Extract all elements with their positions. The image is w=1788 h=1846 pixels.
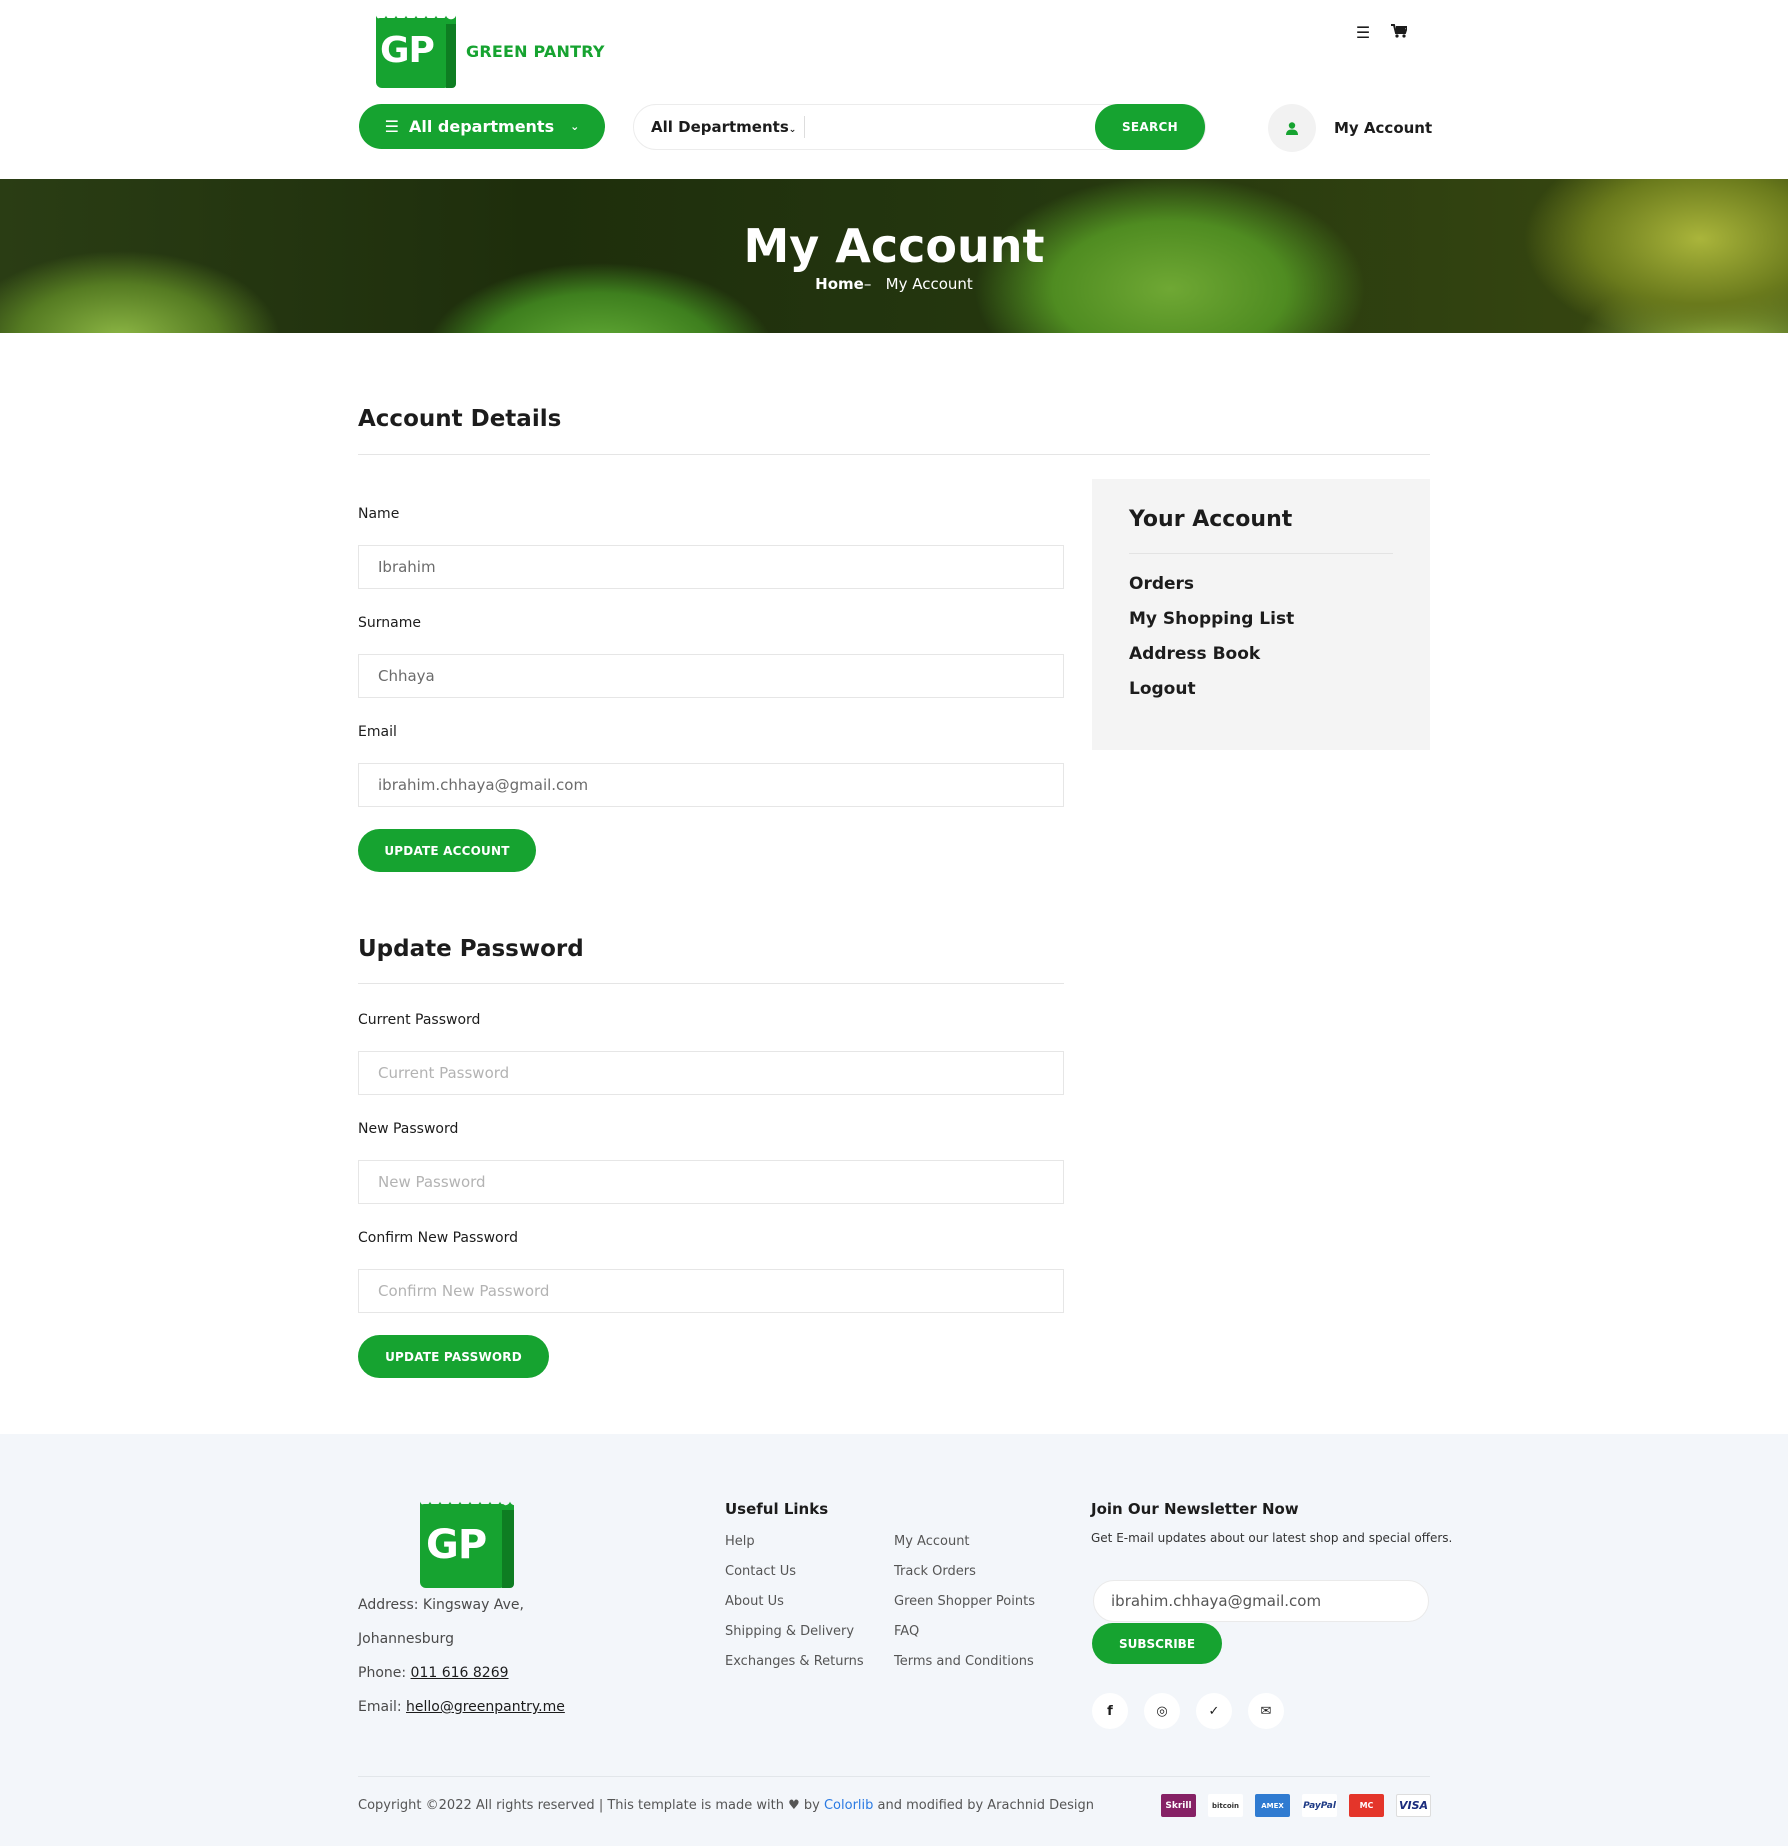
surname-field[interactable] — [358, 654, 1064, 698]
newsletter-heading: Join Our Newsletter Now — [1091, 1500, 1299, 1518]
visa-icon: VISA — [1396, 1794, 1431, 1817]
list-icon[interactable]: ☰ — [1354, 23, 1372, 42]
user-icon — [1268, 104, 1316, 152]
newsletter-email-input[interactable] — [1093, 1580, 1429, 1622]
footer-link-terms[interactable]: Terms and Conditions — [894, 1654, 1034, 1669]
chevron-down-icon: ⌄ — [570, 120, 580, 133]
footer-link-shopper-points[interactable]: Green Shopper Points — [894, 1594, 1035, 1609]
current-password-field[interactable] — [358, 1051, 1064, 1095]
all-departments-label: All departments — [409, 117, 555, 136]
page-hero-banner: My Account Home– My Account — [0, 179, 1788, 333]
email-link[interactable]: hello@greenpantry.me — [406, 1699, 565, 1715]
footer-divider — [358, 1776, 1430, 1777]
skrill-icon: Skrill — [1161, 1794, 1196, 1817]
heart-icon: ♥ — [788, 1798, 800, 1813]
update-password-heading: Update Password — [358, 936, 584, 962]
footer-link-shipping[interactable]: Shipping & Delivery — [725, 1624, 854, 1639]
copyright-by: by — [803, 1798, 820, 1813]
footer-phone: Phone: 011 616 8269 — [358, 1665, 509, 1681]
surname-label: Surname — [358, 615, 421, 631]
mastercard-icon: MC — [1349, 1794, 1384, 1817]
footer-address-line2: Johannesburg — [358, 1631, 454, 1647]
footer-logo-letters: GP — [426, 1522, 487, 1568]
name-field[interactable] — [358, 545, 1064, 589]
update-password-button[interactable]: UPDATE PASSWORD — [358, 1335, 549, 1378]
footer-address-line1: Address: Kingsway Ave, — [358, 1597, 524, 1613]
footer-logo[interactable]: GP — [420, 1500, 514, 1588]
site-footer: GP — [0, 1434, 1788, 1846]
facebook-icon[interactable]: f — [1092, 1693, 1128, 1729]
copyright-suffix: and modified by Arachnid Design — [877, 1798, 1094, 1813]
all-departments-button[interactable]: ☰ All departments ⌄ — [359, 104, 605, 149]
logo-letters: GP — [380, 30, 435, 71]
footer-email: Email: hello@greenpantry.me — [358, 1699, 565, 1715]
instagram-icon[interactable]: ◎ — [1144, 1693, 1180, 1729]
sidebar-item-orders[interactable]: Orders — [1129, 574, 1194, 594]
site-header: GP GREEN PANTRY ☰ ☰ All departments ⌄ Al… — [0, 0, 1788, 179]
email-label: Email: — [358, 1699, 407, 1715]
subscribe-button[interactable]: SUBSCRIBE — [1092, 1623, 1222, 1664]
copyright-text: Copyright ©2022 All rights reserved | Th… — [358, 1798, 1094, 1813]
footer-link-track-orders[interactable]: Track Orders — [894, 1564, 976, 1579]
phone-link[interactable]: 011 616 8269 — [411, 1665, 509, 1681]
new-password-field[interactable] — [358, 1160, 1064, 1204]
breadcrumb-home-link[interactable]: Home — [815, 275, 864, 293]
mail-icon[interactable]: ✉ — [1248, 1693, 1284, 1729]
twitter-icon[interactable]: ✓ — [1196, 1693, 1232, 1729]
useful-links-heading: Useful Links — [725, 1500, 829, 1518]
colorlib-link[interactable]: Colorlib — [824, 1798, 873, 1813]
brand-name: GREEN PANTRY — [466, 41, 605, 61]
update-account-button[interactable]: UPDATE ACCOUNT — [358, 829, 536, 872]
search-button[interactable]: SEARCH — [1095, 104, 1205, 150]
section-divider — [358, 454, 1430, 455]
breadcrumb: Home– My Account — [0, 275, 1788, 293]
footer-link-my-account[interactable]: My Account — [894, 1534, 970, 1549]
footer-link-help[interactable]: Help — [725, 1534, 755, 1549]
search-category-label: All Departments — [651, 118, 789, 136]
chevron-down-icon: ⌄ — [788, 125, 797, 135]
footer-link-contact[interactable]: Contact Us — [725, 1564, 796, 1579]
cart-icon[interactable] — [1390, 23, 1409, 42]
email-field[interactable] — [358, 763, 1064, 807]
sidebar-item-logout[interactable]: Logout — [1129, 679, 1196, 699]
copyright-prefix: Copyright ©2022 All rights reserved | Th… — [358, 1798, 784, 1813]
hamburger-icon: ☰ — [384, 117, 399, 136]
email-label: Email — [358, 724, 397, 740]
name-label: Name — [358, 506, 400, 522]
my-account-link[interactable]: My Account — [1268, 104, 1432, 152]
footer-link-about[interactable]: About Us — [725, 1594, 784, 1609]
phone-label: Phone: — [358, 1665, 411, 1681]
newsletter-text: Get E-mail updates about our latest shop… — [1091, 1531, 1453, 1545]
your-account-sidebar: Your Account Orders My Shopping List Add… — [1092, 479, 1430, 750]
section-divider — [358, 983, 1064, 984]
sidebar-item-address-book[interactable]: Address Book — [1129, 644, 1260, 664]
top-icons: ☰ — [1354, 23, 1409, 42]
confirm-password-field[interactable] — [358, 1269, 1064, 1313]
footer-link-exchanges[interactable]: Exchanges & Returns — [725, 1654, 864, 1669]
sidebar-title: Your Account — [1129, 507, 1293, 532]
search-category-select[interactable]: All Departments⌄ — [634, 118, 804, 136]
site-logo[interactable]: GP GREEN PANTRY — [376, 14, 605, 88]
breadcrumb-separator: – — [863, 275, 872, 293]
account-details-heading: Account Details — [358, 406, 562, 432]
amex-icon: AMEX — [1255, 1794, 1290, 1817]
new-password-label: New Password — [358, 1121, 459, 1137]
footer-link-faq[interactable]: FAQ — [894, 1624, 919, 1639]
bitcoin-icon: bitcoin — [1208, 1794, 1243, 1817]
current-password-label: Current Password — [358, 1012, 481, 1028]
logo-bag-icon: GP — [376, 14, 456, 88]
sidebar-divider — [1129, 553, 1393, 554]
paypal-icon: PayPal — [1302, 1794, 1337, 1817]
sidebar-item-shopping-list[interactable]: My Shopping List — [1129, 609, 1294, 629]
breadcrumb-current: My Account — [885, 275, 973, 293]
confirm-password-label: Confirm New Password — [358, 1230, 519, 1246]
page-title: My Account — [743, 219, 1045, 273]
my-account-label: My Account — [1334, 119, 1433, 137]
